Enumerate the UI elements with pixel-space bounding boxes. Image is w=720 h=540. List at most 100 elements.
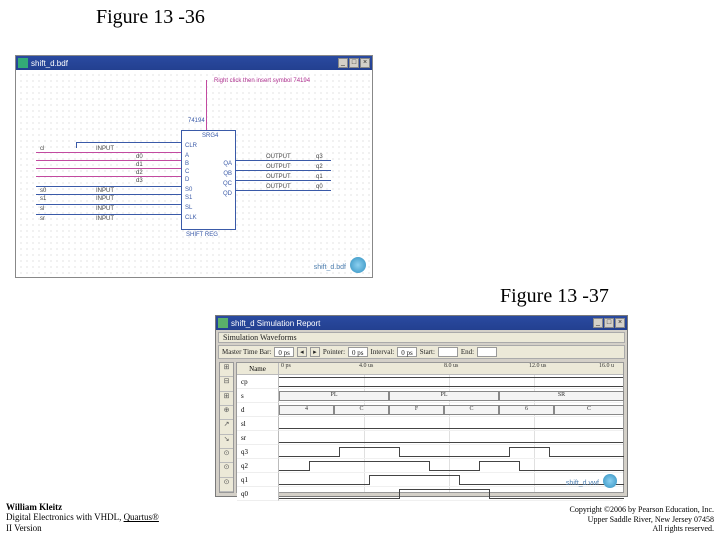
canvas-file-label: shift_d.bdf — [314, 264, 346, 271]
tool-fall-icon[interactable]: ↘ — [220, 435, 233, 449]
maximize-button[interactable]: □ — [349, 58, 359, 68]
schematic-titlebar: shift_d.bdf _ □ × — [16, 56, 372, 70]
start-label: Start: — [420, 348, 435, 356]
prev-button[interactable]: ◂ — [297, 347, 307, 357]
trace — [429, 470, 479, 471]
simulation-titlebar: shift_d Simulation Report _ □ × — [216, 316, 627, 330]
pin-d3: d3 — [136, 178, 143, 184]
chip-pin-s0: S0 — [185, 187, 192, 193]
wave-file-label: shift_d.vwf — [566, 480, 599, 487]
book-part-a: Digital Electronics with VHDL, — [6, 512, 124, 522]
footer-right: Copyright ©2006 by Pearson Education, In… — [570, 505, 715, 534]
waveform-s: PL PL SR — [279, 389, 623, 403]
bus-value: SR — [500, 392, 623, 398]
waveform-rows: cp s PL PL SR d 4 C F — [237, 375, 623, 492]
signal-row-cp: cp — [237, 375, 623, 389]
tool-output-icon[interactable]: ⊟ — [220, 377, 233, 391]
master-time-field[interactable]: 0 ps — [274, 347, 293, 357]
chip-74194: SRG4 CLR A B C D S0 S1 SL CLK QA QB QC Q… — [181, 130, 236, 230]
pin-input: INPUT — [96, 196, 114, 202]
figure-1-label: Figure 13 -36 — [96, 6, 205, 29]
master-time-label: Master Time Bar: — [222, 348, 271, 356]
author-name: William Kleitz — [6, 502, 159, 513]
trace — [309, 461, 429, 462]
waveform-area[interactable]: Name 0 ps 4.0 us 8.0 us 12.0 us 16.0 u c… — [236, 362, 624, 493]
trace — [279, 456, 339, 457]
waveform-d: 4 C F C 6 C — [279, 403, 623, 417]
tool-q-icon[interactable]: ⊙ — [220, 449, 233, 463]
pin-input: INPUT — [96, 216, 114, 222]
close-button[interactable]: × — [360, 58, 370, 68]
waveform-side-toolbar: ⊞ ⊟ ⊞ ⊕ ↗ ↘ ⊙ ⊙ ⊙ — [219, 362, 234, 493]
waveform-cp — [279, 375, 623, 389]
pointer-label: Pointer: — [323, 348, 345, 356]
name-column-header: Name — [237, 363, 279, 374]
chip-block-name: SRG4 — [202, 133, 218, 139]
wire — [36, 160, 181, 161]
tool-q-icon[interactable]: ⊙ — [220, 478, 233, 492]
wire — [36, 186, 181, 187]
next-button[interactable]: ▸ — [310, 347, 320, 357]
wire — [36, 176, 181, 177]
pin-s1: s1 — [40, 196, 46, 202]
out-label: OUTPUT — [266, 154, 291, 160]
trace — [489, 498, 624, 499]
pin-d2: d2 — [136, 170, 143, 176]
start-field[interactable] — [438, 347, 458, 357]
chip-pin-qa: QA — [223, 161, 232, 167]
tool-group-icon[interactable]: ⊞ — [220, 392, 233, 406]
pin-cl: cl — [40, 146, 44, 152]
wire — [36, 204, 181, 205]
signal-name: q0 — [237, 487, 279, 501]
clock-trace — [279, 377, 623, 387]
tool-bus-icon[interactable]: ⊕ — [220, 406, 233, 420]
pin-input: INPUT — [96, 188, 114, 194]
interval-field[interactable]: 0 ps — [397, 347, 416, 357]
signal-name: d — [237, 403, 279, 417]
chip-pin-qd: QD — [223, 191, 232, 197]
signal-row-s: s PL PL SR — [237, 389, 623, 403]
time-tick: 12.0 us — [529, 363, 546, 369]
out-q0: q0 — [316, 184, 323, 190]
trace — [279, 470, 309, 471]
tool-input-icon[interactable]: ⊞ — [220, 363, 233, 377]
wire — [236, 190, 331, 191]
close-button[interactable]: × — [615, 318, 625, 328]
tool-rise-icon[interactable]: ↗ — [220, 420, 233, 434]
minimize-button[interactable]: _ — [338, 58, 348, 68]
chip-pin-qb: QB — [223, 171, 232, 177]
minimize-button[interactable]: _ — [593, 318, 603, 328]
trace — [479, 461, 519, 462]
wire — [76, 142, 181, 143]
chip-pin-s1: S1 — [185, 195, 192, 201]
app-icon — [18, 58, 28, 68]
schematic-canvas[interactable]: Right click then insert symbol 74194 741… — [16, 70, 372, 277]
figure-2-label: Figure 13 -37 — [500, 285, 609, 308]
signal-row-q0: q0 — [237, 487, 623, 501]
book-part-c: II Version — [6, 523, 159, 534]
shiftreg-label: SHIFT REG — [186, 232, 218, 238]
trace — [279, 428, 623, 429]
pin-sl: sl — [40, 206, 44, 212]
signal-row-q3: q3 — [237, 445, 623, 459]
signal-row-sr: sr — [237, 431, 623, 445]
end-field[interactable] — [477, 347, 497, 357]
edge — [309, 461, 310, 471]
bus-value: C — [335, 406, 388, 412]
bus-value: C — [555, 406, 623, 412]
chip-pin-clk: CLK — [185, 215, 197, 221]
window-buttons: _ □ × — [338, 58, 370, 68]
book-title: Digital Electronics with VHDL, Quartus® — [6, 512, 159, 523]
pin-input: INPUT — [96, 146, 114, 152]
signal-name: sr — [237, 431, 279, 445]
bus-value: 6 — [500, 406, 553, 412]
chip-pin-qc: QC — [223, 181, 232, 187]
pin-s0: s0 — [40, 188, 46, 194]
pointer-field[interactable]: 0 ps — [348, 347, 367, 357]
annotation-line — [206, 80, 207, 130]
trace — [339, 447, 399, 448]
signal-row-sl: sl — [237, 417, 623, 431]
tool-q-icon[interactable]: ⊙ — [220, 463, 233, 477]
end-label: End: — [461, 348, 474, 356]
maximize-button[interactable]: □ — [604, 318, 614, 328]
